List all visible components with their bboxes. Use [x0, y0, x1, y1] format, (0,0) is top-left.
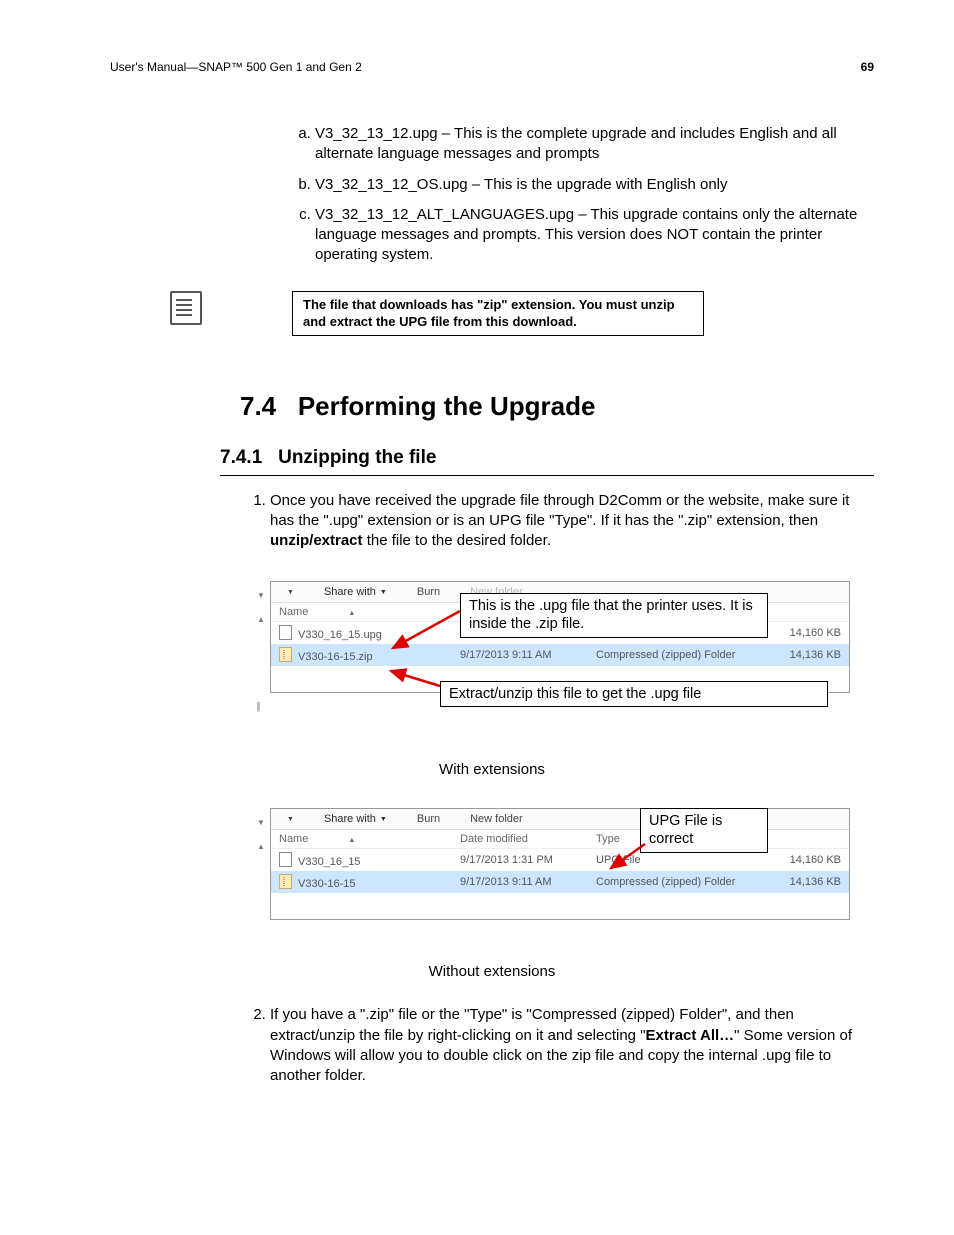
file-size: 14,136 KB [774, 871, 849, 893]
page-number: 69 [861, 60, 874, 74]
file-name: V330-16-15.zip [298, 651, 373, 663]
section-number: 7.4 [240, 391, 276, 421]
note-icon [170, 291, 202, 325]
step2-bold: Extract All… [646, 1027, 735, 1044]
new-folder-button[interactable]: New folder [470, 813, 523, 825]
step1-bold: unzip/extract [270, 532, 363, 549]
table-row[interactable]: V330-16-15.zip 9/17/2013 9:11 AM Compres… [271, 644, 849, 666]
share-with-menu[interactable]: Share with ▼ [324, 813, 387, 825]
step-1: Once you have received the upgrade file … [270, 491, 874, 552]
file-size: 14,160 KB [770, 622, 849, 645]
scroll-up-icon: ▼ [257, 585, 269, 603]
step1-text-pre: Once you have received the upgrade file … [270, 492, 849, 529]
file-size: 14,160 KB [774, 849, 849, 872]
file-icon [279, 625, 292, 640]
header-left: User's Manual—SNAP™ 500 Gen 1 and Gen 2 [110, 60, 362, 74]
file-date: 9/17/2013 9:11 AM [452, 871, 588, 893]
step-2: If you have a ".zip" file or the "Type" … [270, 1005, 874, 1086]
callout-upg-desc: This is the .upg file that the printer u… [460, 593, 768, 637]
note-box: The file that downloads has "zip" extens… [292, 291, 704, 336]
burn-button[interactable]: Burn [417, 586, 440, 598]
rule [220, 475, 874, 476]
section-title: Performing the Upgrade [298, 391, 596, 421]
subsection-title: Unzipping the file [278, 447, 436, 468]
file-name: V330_16_15 [298, 856, 360, 868]
page-header: User's Manual—SNAP™ 500 Gen 1 and Gen 2 … [110, 60, 874, 74]
file-type: Compressed (zipped) Folder [588, 644, 770, 666]
burn-button[interactable]: Burn [417, 813, 440, 825]
col-name[interactable]: Name [279, 606, 308, 618]
zip-icon [279, 647, 292, 662]
zip-icon [279, 874, 292, 889]
callout-upg-correct: UPG File is correct [640, 808, 768, 852]
share-with-menu[interactable]: Share with ▼ [324, 586, 387, 598]
file-icon [279, 852, 292, 867]
file-name: V330_16_15.upg [298, 629, 382, 641]
file-name: V330-16-15 [298, 878, 356, 890]
list-item: V3_32_13_12.upg – This is the complete u… [315, 124, 874, 165]
share-with-label: Share with [324, 813, 376, 825]
list-item: V3_32_13_12_ALT_LANGUAGES.upg – This upg… [315, 205, 874, 266]
subsection-number: 7.4.1 [220, 447, 262, 468]
step1-text-post: the file to the desired folder. [363, 532, 551, 549]
file-size: 14,136 KB [770, 644, 849, 666]
sort-asc-icon: ▲ [348, 837, 355, 844]
col-date[interactable]: Date modified [452, 830, 588, 849]
scroll-handle-icon: ▲ [257, 836, 269, 854]
list-item: V3_32_13_12_OS.upg – This is the upgrade… [315, 175, 874, 195]
figure-caption: With extensions [110, 761, 874, 778]
file-type: Compressed (zipped) Folder [588, 871, 774, 893]
sort-asc-icon: ▲ [348, 610, 355, 617]
chevron-down-icon: ▼ [380, 589, 387, 596]
chevron-down-icon: ▼ [380, 816, 387, 823]
file-date: 9/17/2013 1:31 PM [452, 849, 588, 872]
subsection-heading: 7.4.1 Unzipping the file [220, 447, 874, 469]
chevron-down-icon: ▼ [287, 816, 294, 823]
chevron-down-icon: ▼ [287, 589, 294, 596]
callout-extract: Extract/unzip this file to get the .upg … [440, 681, 828, 707]
table-row[interactable]: V330-16-15 9/17/2013 9:11 AM Compressed … [271, 871, 849, 893]
figure-caption: Without extensions [110, 963, 874, 980]
scroll-down-icon: ▌ [257, 696, 269, 714]
col-name[interactable]: Name [279, 833, 308, 845]
scroll-up-icon: ▼ [257, 812, 269, 830]
file-date: 9/17/2013 9:11 AM [452, 644, 588, 666]
share-with-label: Share with [324, 586, 376, 598]
section-heading: 7.4 Performing the Upgrade [240, 391, 874, 422]
file-variants-list: V3_32_13_12.upg – This is the complete u… [295, 124, 874, 266]
scroll-handle-icon: ▲ [257, 609, 269, 627]
